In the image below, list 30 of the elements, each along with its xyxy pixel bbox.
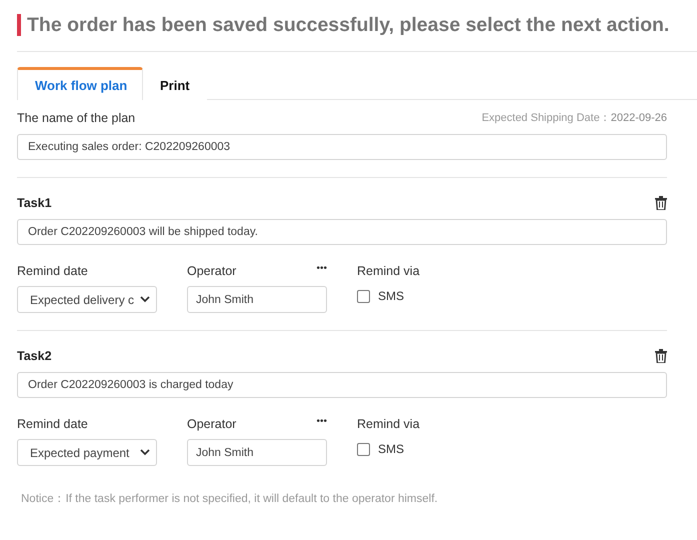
remind-date-select[interactable]: Expected payment	[17, 439, 157, 466]
trash-icon[interactable]	[655, 196, 667, 210]
field-label: The name of the plan	[17, 110, 136, 124]
sms-checkbox[interactable]: SMS	[357, 286, 497, 306]
field-label: Remind date	[17, 264, 88, 278]
chevron-down-icon	[140, 296, 150, 303]
task-field[interactable]: Order C202209260003 will be shipped today.	[17, 219, 667, 245]
field-label: Remind date	[17, 416, 88, 430]
field-label: Remind via	[357, 416, 420, 430]
chevron-down-icon	[140, 449, 150, 456]
field-label: Remind via	[357, 264, 420, 278]
field-label: Operator	[187, 264, 236, 278]
sms-checkbox[interactable]: SMS	[357, 439, 497, 459]
operator-field[interactable]: John Smith	[187, 439, 327, 466]
more-button[interactable]: •••	[316, 416, 327, 431]
notice-text: Notice：If the task performer is not specified, it will default to the operator himself.	[21, 492, 439, 506]
more-button[interactable]: •••	[316, 263, 327, 278]
operator-field[interactable]: John Smith	[187, 286, 327, 313]
task-title: Task2	[17, 349, 52, 363]
shipping-date: 2022-09-26	[610, 112, 667, 124]
accent-bar	[17, 14, 21, 36]
shipping-date-label: Expected Shipping Date：	[482, 111, 611, 125]
task-field[interactable]: Order C202209260003 is charged today	[17, 372, 667, 398]
trash-icon[interactable]	[655, 349, 667, 363]
remind-date-select[interactable]: Expected delivery c	[17, 286, 157, 313]
field-label: Operator	[187, 416, 236, 430]
task-title: Task1	[17, 196, 52, 210]
plan-name-field[interactable]: Executing sales order: C202209260003	[17, 134, 667, 160]
page-title: The order has been saved successfully, please select the next action.	[27, 14, 670, 36]
tab[interactable]: Work flow plan	[17, 67, 143, 100]
